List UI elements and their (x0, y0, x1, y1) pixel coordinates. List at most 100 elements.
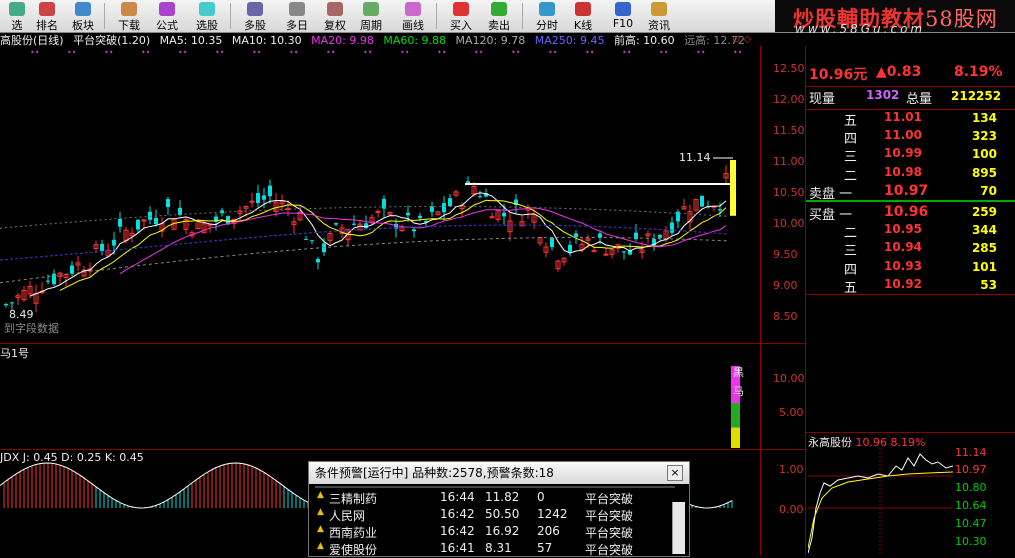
alert-price: 50.50 (485, 507, 520, 521)
intraday-mini-chart[interactable] (808, 448, 953, 555)
alert-title-bar[interactable]: 条件预警[运行中] 品种数:2578,预警条数:18 × (309, 462, 689, 484)
candle-body (442, 203, 446, 213)
sector-icon (75, 2, 91, 16)
ask-row[interactable]: 五 11.01 134 (806, 110, 1015, 129)
signal-char-2: 马 (733, 385, 744, 398)
toolbar-button-16[interactable]: 资讯 (642, 1, 676, 32)
mini-ytick: 11.14 (955, 446, 987, 459)
top-marker: •• (215, 48, 224, 57)
book-volume: 259 (971, 205, 997, 219)
formula-icon (159, 2, 175, 16)
toolbar-button-3[interactable]: 下载 (112, 1, 146, 32)
panel-divider-2 (0, 449, 805, 450)
toolbar-button-5[interactable]: 选股 (190, 1, 224, 32)
price-change-pct: 8.19% (954, 64, 1003, 80)
kline-icon (575, 2, 591, 16)
draw-line-icon (405, 2, 421, 16)
toolbar-button-11[interactable]: 买入 (444, 1, 478, 32)
toolbar-button-6[interactable]: 多股 (238, 1, 272, 32)
toolbar-label: K线 (573, 19, 593, 32)
main-ytick: 12.50 (773, 62, 805, 75)
candle-body (718, 209, 722, 211)
book-price: 10.97 (884, 182, 929, 199)
toolbar-button-14[interactable]: K线 (566, 1, 600, 32)
book-level-label: 三 (844, 150, 858, 166)
top-marker: •• (474, 48, 483, 57)
bid-row[interactable]: 五 10.92 53 (806, 277, 1015, 296)
chart-options-icon[interactable]: ⊙ ◇ (732, 34, 751, 45)
toolbar-button-7[interactable]: 多日 (280, 1, 314, 32)
toolbar-button-12[interactable]: 卖出 (482, 1, 516, 32)
toolbar-label: 买入 (450, 19, 472, 32)
multi-stock-icon (247, 2, 263, 16)
main-ytick: 9.50 (773, 248, 798, 261)
toolbar-label: 选股 (196, 19, 218, 32)
candle-body (178, 207, 182, 215)
candle-body (262, 195, 266, 200)
panel-divider-1 (0, 343, 805, 344)
candle-body (478, 196, 482, 198)
candle-body (591, 249, 597, 252)
book-volume: 344 (971, 223, 997, 238)
top-marker: •• (733, 48, 742, 57)
alert-time: 16:42 (440, 524, 475, 538)
alert-price: 16.92 (485, 524, 520, 538)
news-icon (651, 2, 667, 16)
candle-body (136, 219, 140, 230)
alert-row[interactable]: ▲ 三精制药 16:44 11.82 0 平台突破 (315, 490, 675, 507)
toolbar-label: 画线 (402, 19, 424, 32)
toolbar-button-10[interactable]: 画线 (396, 1, 430, 32)
toolbar-button-9[interactable]: 周期 (354, 1, 388, 32)
alert-stock-name: 人民网 (329, 509, 366, 523)
toolbar-button-15[interactable]: F10 (606, 1, 640, 31)
bid-row[interactable]: 买盘 一 10.96 259 (806, 204, 1015, 223)
bid-row[interactable]: 四 10.93 101 (806, 259, 1015, 278)
alert-condition: 平台突破 (585, 492, 634, 506)
current-price: 10.96元 (809, 67, 868, 83)
toolbar-button-0[interactable]: 选 (0, 1, 34, 32)
toolbar-button-8[interactable]: 复权 (318, 1, 352, 32)
ask-row[interactable]: 四 11.00 323 (806, 128, 1015, 147)
condition-alert-window[interactable]: 条件预警[运行中] 品种数:2578,预警条数:18 × ▲ 三精制药 16:44 1… (308, 461, 690, 557)
book-level-label: 买盘 一 (809, 208, 853, 223)
candle-body (430, 206, 434, 212)
ma5-line (29, 192, 727, 297)
alert-volume: 57 (537, 541, 553, 555)
ask-row[interactable]: 二 10.98 895 (806, 165, 1015, 184)
ask-row[interactable]: 三 10.99 100 (806, 146, 1015, 166)
candle-body (658, 234, 662, 238)
toolbar-button-13[interactable]: 分时 (530, 1, 564, 32)
candle-body (304, 239, 308, 241)
alert-scrollbar[interactable] (672, 502, 685, 554)
book-price: 11.01 (884, 110, 922, 124)
candle-body (406, 212, 410, 216)
toolbar-label: 下载 (118, 19, 140, 32)
bid-row[interactable]: 三 10.94 285 (806, 240, 1015, 259)
mini-ytick: 10.30 (955, 535, 987, 548)
alert-row[interactable]: ▲ 爱使股份 16:41 8.31 57 平台突破 (315, 541, 675, 558)
top-marker: •• (548, 48, 557, 57)
candle-body (700, 195, 704, 207)
toolbar-button-1[interactable]: 排名 (30, 1, 64, 32)
toolbar-button-4[interactable]: 公式 (150, 1, 184, 32)
chart-overlay-text: 到字段数据 (4, 322, 59, 335)
toolbar-button-2[interactable]: 板块 (66, 1, 100, 32)
ask-row[interactable]: 卖盘 一 10.97 70 (806, 182, 1015, 202)
book-price: 10.95 (884, 222, 922, 237)
bid-row[interactable]: 二 10.95 344 (806, 222, 1015, 241)
toolbar-separator (522, 3, 523, 29)
sub2-ytick-0: 1.00 (779, 463, 804, 476)
book-volume: 285 (971, 241, 997, 256)
alert-row[interactable]: ▲ 西南药业 16:42 16.92 206 平台突破 (315, 524, 675, 541)
top-marker: •• (659, 48, 668, 57)
top-marker: •• (511, 48, 520, 57)
candle-body (375, 210, 381, 213)
alert-price: 8.31 (485, 541, 512, 555)
alert-condition: 平台突破 (585, 509, 634, 523)
book-level-label: 五 (844, 114, 858, 129)
top-marker: •• (400, 48, 409, 57)
mini-ytick: 10.97 (955, 463, 987, 476)
candle-body (10, 302, 14, 304)
alert-row[interactable]: ▲ 人民网 16:42 50.50 1242 平台突破 (315, 507, 675, 524)
alert-close-button[interactable]: × (667, 465, 683, 481)
